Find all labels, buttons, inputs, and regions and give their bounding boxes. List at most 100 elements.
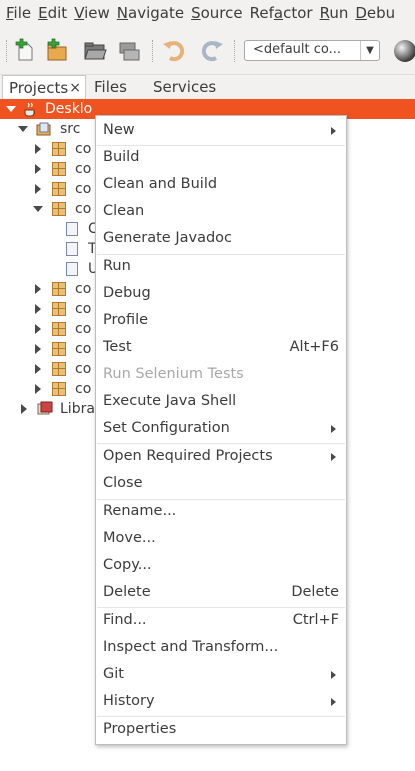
expand-icon[interactable] <box>35 364 41 374</box>
tree-node-package[interactable]: co <box>0 159 95 179</box>
explorer-tabs: Projects × Files Services <box>0 75 415 99</box>
expand-icon[interactable] <box>35 184 41 194</box>
run-globe-icon[interactable] <box>392 38 415 64</box>
menu-item-label: Run Selenium Tests <box>103 366 244 382</box>
menu-item-properties[interactable]: Properties <box>96 716 346 743</box>
tree-node-file[interactable]: C <box>0 219 98 239</box>
tree-node-package[interactable]: co <box>0 179 95 199</box>
menu-item-move[interactable]: Move... <box>96 525 346 552</box>
menu-item-copy[interactable]: Copy... <box>96 552 346 579</box>
close-icon[interactable]: × <box>69 76 81 100</box>
menu-run[interactable]: Run <box>314 4 349 22</box>
menu-item-shortcut: Delete <box>291 584 339 600</box>
package-label: co <box>75 341 92 357</box>
libraries-icon <box>37 401 53 415</box>
menu-item-label: Profile <box>103 312 149 328</box>
menu-item-git[interactable]: Git <box>96 661 346 688</box>
menu-refactor[interactable]: Refactor <box>244 4 313 22</box>
menu-item-label: Git <box>103 666 124 682</box>
configuration-select[interactable]: <default co... ▼ <box>244 40 380 61</box>
package-label: co <box>75 381 92 397</box>
package-icon <box>52 162 66 176</box>
java-file-icon <box>66 262 78 276</box>
package-icon <box>52 202 66 216</box>
menu-item-clean[interactable]: Clean <box>96 198 346 225</box>
menu-item-new[interactable]: New <box>96 117 346 144</box>
expand-icon[interactable] <box>35 384 41 394</box>
menu-item-clean-and-build[interactable]: Clean and Build <box>96 171 346 198</box>
menu-item-label: Inspect and Transform... <box>103 639 279 655</box>
menu-item-close[interactable]: Close <box>96 470 346 497</box>
tree-node-package[interactable]: co <box>0 339 95 359</box>
new-file-icon[interactable] <box>12 38 38 64</box>
tree-node-package[interactable]: co <box>0 379 95 399</box>
menu-item-label: Open Required Projects <box>103 448 273 464</box>
tree-node-package-expanded[interactable]: co <box>0 199 95 219</box>
menu-item-build[interactable]: Build <box>96 144 346 171</box>
tree-node-package[interactable]: co <box>0 359 95 379</box>
menu-debug[interactable]: Debu <box>349 4 395 22</box>
expand-icon[interactable] <box>21 404 27 414</box>
tree-node-file[interactable]: T <box>0 239 97 259</box>
menu-item-shortcut: Alt+F6 <box>289 339 339 355</box>
submenu-arrow-icon <box>331 698 336 706</box>
src-label: src <box>60 121 81 137</box>
menu-item-find[interactable]: Find... Ctrl+F <box>96 607 346 634</box>
new-project-icon[interactable] <box>44 38 70 64</box>
tree-node-src[interactable]: src <box>0 119 95 139</box>
menu-item-rename[interactable]: Rename... <box>96 498 346 525</box>
redo-icon[interactable] <box>198 38 224 64</box>
tree-node-libraries[interactable]: Libra <box>0 399 95 419</box>
tree-node-package[interactable]: co <box>0 319 95 339</box>
menu-item-open-required-projects[interactable]: Open Required Projects <box>96 443 346 470</box>
menu-item-label: Rename... <box>103 503 177 519</box>
menu-item-set-configuration[interactable]: Set Configuration <box>96 415 346 442</box>
libraries-label: Libra <box>60 401 95 417</box>
expand-icon[interactable] <box>33 206 43 212</box>
java-file-icon <box>66 242 78 256</box>
expand-icon[interactable] <box>18 126 28 132</box>
package-icon <box>52 382 66 396</box>
menu-view[interactable]: View <box>68 4 110 22</box>
package-label: co <box>75 301 92 317</box>
menu-item-execute-java-shell[interactable]: Execute Java Shell <box>96 388 346 415</box>
menu-edit[interactable]: Edit <box>32 4 67 22</box>
tree-node-package[interactable]: co <box>0 139 95 159</box>
menu-item-run[interactable]: Run <box>96 253 346 280</box>
submenu-arrow-icon <box>331 453 336 461</box>
chevron-down-icon[interactable]: ▼ <box>360 41 379 60</box>
menu-item-label: Set Configuration <box>103 420 230 436</box>
menu-item-profile[interactable]: Profile <box>96 307 346 334</box>
tab-files[interactable]: Files <box>94 75 127 99</box>
expand-icon[interactable] <box>35 344 41 354</box>
tab-services[interactable]: Services <box>153 75 216 99</box>
close-project-icon[interactable] <box>116 38 142 64</box>
undo-icon[interactable] <box>162 38 188 64</box>
open-project-icon[interactable] <box>82 38 108 64</box>
menu-item-delete[interactable]: Delete Delete <box>96 579 346 606</box>
expand-icon[interactable] <box>35 284 41 294</box>
menu-item-debug[interactable]: Debug <box>96 280 346 307</box>
menu-navigate[interactable]: Navigate <box>111 4 184 22</box>
menu-item-label: Close <box>103 475 143 491</box>
menu-item-label: New <box>103 122 135 138</box>
tree-node-package[interactable]: co <box>0 299 95 319</box>
expand-icon[interactable] <box>6 106 16 112</box>
menu-source[interactable]: Source <box>185 4 243 22</box>
tree-node-file[interactable]: U <box>0 259 98 279</box>
menu-item-history[interactable]: History <box>96 688 346 715</box>
expand-icon[interactable] <box>35 164 41 174</box>
expand-icon[interactable] <box>35 324 41 334</box>
expand-icon[interactable] <box>35 304 41 314</box>
tree-node-package[interactable]: co <box>0 279 95 299</box>
menu-item-inspect-and-transform[interactable]: Inspect and Transform... <box>96 634 346 661</box>
toolbar-separator <box>152 40 154 62</box>
menu-item-label: Build <box>103 149 140 165</box>
menu-item-generate-javadoc[interactable]: Generate Javadoc <box>96 225 346 252</box>
menu-item-test[interactable]: Test Alt+F6 <box>96 334 346 361</box>
expand-icon[interactable] <box>35 144 41 154</box>
tab-files-label: Files <box>94 78 127 96</box>
tab-projects[interactable]: Projects × <box>2 75 86 99</box>
project-name: Desklo <box>45 101 93 117</box>
menu-file[interactable]: File <box>0 4 31 22</box>
